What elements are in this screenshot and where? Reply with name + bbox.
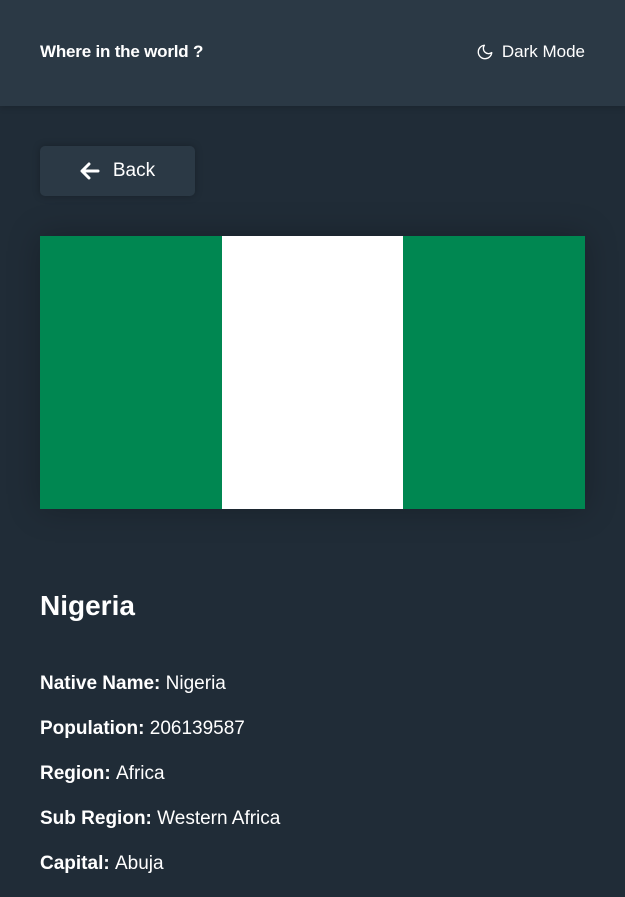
flag-band-right [403, 236, 586, 509]
flag-band-center [221, 236, 404, 509]
detail-region: Region: Africa [40, 762, 280, 807]
dark-mode-toggle[interactable]: Dark Mode [476, 42, 585, 62]
detail-capital: Capital: Abuja [40, 852, 280, 897]
detail-label: Region: [40, 763, 116, 784]
detail-value: Abuja [114, 853, 164, 874]
app-header: Where in the world ? Dark Mode [0, 0, 625, 106]
detail-label: Sub Region: [40, 808, 158, 829]
moon-icon [476, 43, 494, 61]
flag-band-left [40, 236, 222, 509]
detail-label: Capital: [40, 853, 115, 874]
back-button[interactable]: Back [40, 146, 195, 196]
country-name: Nigeria [40, 590, 135, 621]
country-flag [40, 236, 586, 509]
detail-label: Native Name: [40, 673, 166, 694]
detail-sub-region: Sub Region: Western Africa [40, 807, 280, 852]
detail-value: Nigeria [165, 673, 226, 694]
detail-value: Africa [116, 763, 165, 784]
detail-label: Population: [40, 718, 150, 739]
app-title: Where in the world ? [40, 42, 204, 61]
detail-value: Western Africa [157, 808, 281, 829]
detail-value: 206139587 [149, 718, 245, 739]
country-details: Native Name: Nigeria Population: 2061395… [40, 672, 280, 897]
back-button-label: Back [112, 160, 156, 181]
arrow-left-icon [80, 162, 100, 180]
detail-native-name: Native Name: Nigeria [40, 672, 280, 717]
dark-mode-label: Dark Mode [501, 42, 585, 61]
detail-population: Population: 206139587 [40, 717, 280, 762]
